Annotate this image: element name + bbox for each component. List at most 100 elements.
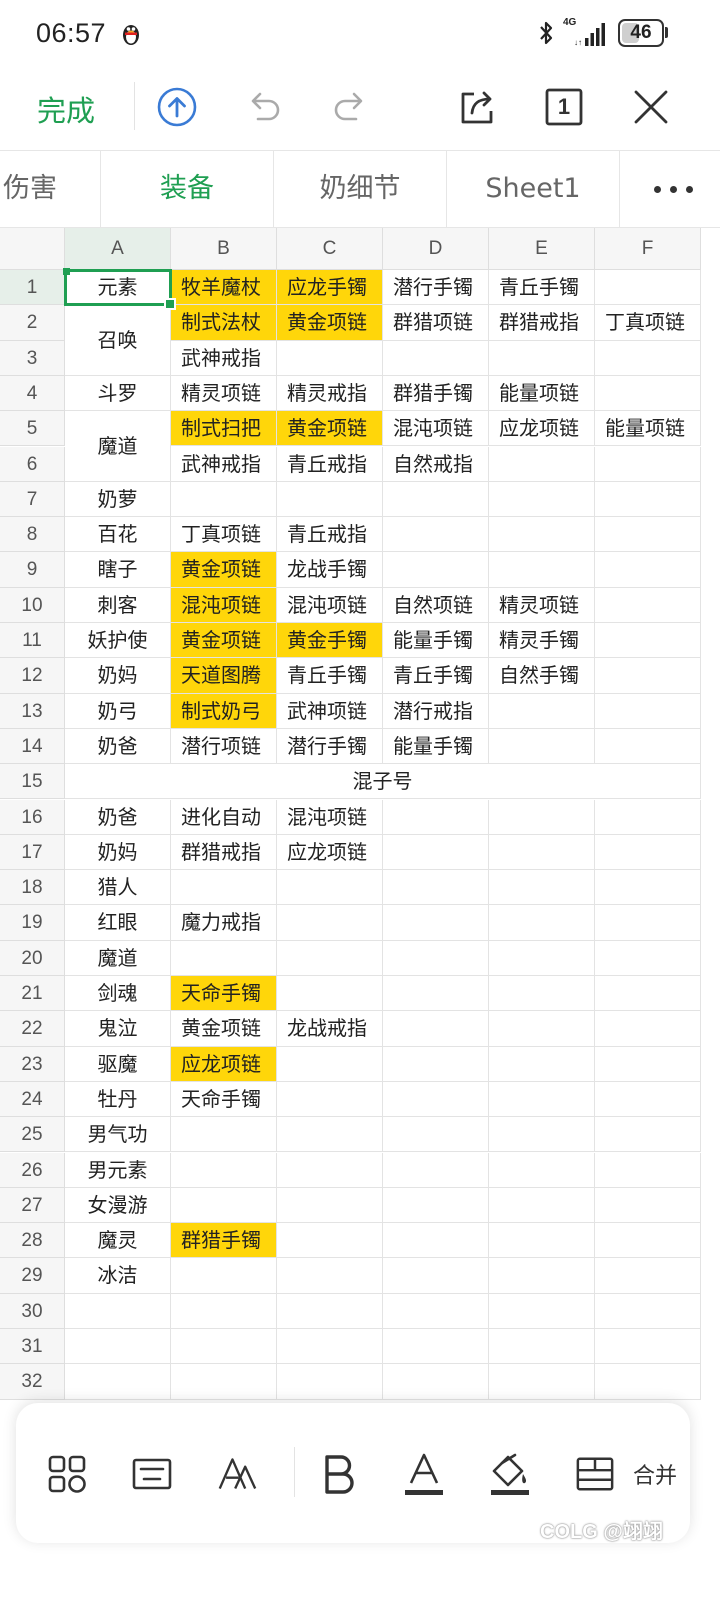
cell-d3[interactable] [383,340,489,376]
row-header-19[interactable]: 19 [0,905,65,941]
row-header-27[interactable]: 27 [0,1187,65,1224]
keyboard-icon[interactable] [132,1453,172,1495]
cell-f17[interactable] [595,834,701,871]
cell-c29[interactable] [277,1258,383,1294]
cell-d23[interactable] [383,1046,489,1082]
cell-c2[interactable]: 黄金项链 [277,305,383,341]
row-header-24[interactable]: 24 [0,1081,65,1118]
cell-b21[interactable]: 天命手镯 [171,976,277,1012]
row-header-15[interactable]: 15 [0,764,65,800]
bold-icon[interactable] [319,1453,359,1495]
row-header-2[interactable]: 2 [0,305,65,341]
cell-a19[interactable]: 红眼 [65,905,171,941]
cell-b9[interactable]: 黄金项链 [171,552,277,588]
row-header-8[interactable]: 8 [0,517,65,553]
cell-f12[interactable] [595,658,701,694]
cell-a14[interactable]: 奶爸 [65,728,171,765]
cell-d21[interactable] [383,976,489,1012]
redo-icon[interactable] [329,86,371,128]
spreadsheet-grid[interactable]: A B C D E F 1 元素 牧羊魔杖 应龙手镯 潜行手镯 青丘手镯 2 召唤 制式法杖 黄金项链 群猎项链… [0,228,720,1403]
cell-d7[interactable] [383,481,489,518]
cell-b11[interactable]: 黄金项链 [171,623,277,659]
cell-d26[interactable] [383,1152,489,1188]
cell-b17[interactable]: 群猎戒指 [171,834,277,871]
cell-e25[interactable] [489,1117,595,1153]
cell-c3[interactable] [277,340,383,376]
row-header-3[interactable]: 3 [0,340,65,376]
cell-a31[interactable] [65,1329,171,1365]
row-header-10[interactable]: 10 [0,587,65,623]
column-header-d[interactable]: D [383,228,489,270]
cell-f11[interactable] [595,623,701,659]
column-header-a[interactable]: A [65,228,171,270]
cell-a25[interactable]: 男气功 [65,1117,171,1153]
row-header-7[interactable]: 7 [0,481,65,518]
row-header-18[interactable]: 18 [0,870,65,906]
cell-a18[interactable]: 猎人 [65,870,171,906]
cell-d12[interactable]: 青丘手镯 [383,658,489,694]
column-header-b[interactable]: B [171,228,277,270]
cell-a20[interactable]: 魔道 [65,940,171,976]
more-icon[interactable] [620,151,720,227]
cell-b28[interactable]: 群猎手镯 [171,1223,277,1259]
cell-f2[interactable]: 丁真项链 [595,305,701,341]
cell-e18[interactable] [489,870,595,906]
share-icon[interactable] [457,86,499,128]
row-header-25[interactable]: 25 [0,1117,65,1153]
cell-b1[interactable]: 牧羊魔杖 [171,270,277,306]
cell-f8[interactable] [595,517,701,553]
cell-a2[interactable]: 召唤 [65,305,171,376]
row-header-32[interactable]: 32 [0,1364,65,1400]
tab-damage[interactable]: 伤害 [0,151,101,227]
row-header-26[interactable]: 26 [0,1152,65,1188]
row-header-23[interactable]: 23 [0,1046,65,1082]
cell-a29[interactable]: 冰洁 [65,1258,171,1294]
cell-d25[interactable] [383,1117,489,1153]
cell-f10[interactable] [595,587,701,623]
cell-b27[interactable] [171,1187,277,1224]
cell-e11[interactable]: 精灵手镯 [489,623,595,659]
cell-f20[interactable] [595,940,701,976]
cell-c4[interactable]: 精灵戒指 [277,375,383,412]
cell-c10[interactable]: 混沌项链 [277,587,383,623]
cell-b32[interactable] [171,1364,277,1400]
cell-f21[interactable] [595,976,701,1012]
cell-c28[interactable] [277,1223,383,1259]
cell-e14[interactable] [489,728,595,765]
cell-f26[interactable] [595,1152,701,1188]
row-header-11[interactable]: 11 [0,623,65,659]
fill-handle[interactable] [164,298,176,311]
close-icon[interactable] [630,86,672,128]
undo-icon[interactable] [243,86,285,128]
cell-f7[interactable] [595,481,701,518]
row-header-30[interactable]: 30 [0,1293,65,1329]
cell-a1[interactable]: 元素 [65,270,171,306]
cell-e3[interactable] [489,340,595,376]
cell-d20[interactable] [383,940,489,976]
cell-e8[interactable] [489,517,595,553]
cell-e29[interactable] [489,1258,595,1294]
cell-f9[interactable] [595,552,701,588]
cell-b22[interactable]: 黄金项链 [171,1011,277,1047]
cell-f25[interactable] [595,1117,701,1153]
column-header-c[interactable]: C [277,228,383,270]
row-header-9[interactable]: 9 [0,552,65,588]
cell-e22[interactable] [489,1011,595,1047]
cell-c20[interactable] [277,940,383,976]
cell-c21[interactable] [277,976,383,1012]
cell-f29[interactable] [595,1258,701,1294]
cell-a7[interactable]: 奶萝 [65,481,171,518]
cell-d16[interactable] [383,799,489,835]
cell-f13[interactable] [595,693,701,729]
merge-cells-icon[interactable] [575,1453,615,1495]
cell-f18[interactable] [595,870,701,906]
cell-e21[interactable] [489,976,595,1012]
cell-e19[interactable] [489,905,595,941]
row-header-16[interactable]: 16 [0,799,65,835]
cell-a13[interactable]: 奶弓 [65,693,171,729]
cell-b26[interactable] [171,1152,277,1188]
cell-d18[interactable] [383,870,489,906]
cell-c5[interactable]: 黄金项链 [277,411,383,447]
cell-b10[interactable]: 混沌项链 [171,587,277,623]
cell-f6[interactable] [595,446,701,482]
